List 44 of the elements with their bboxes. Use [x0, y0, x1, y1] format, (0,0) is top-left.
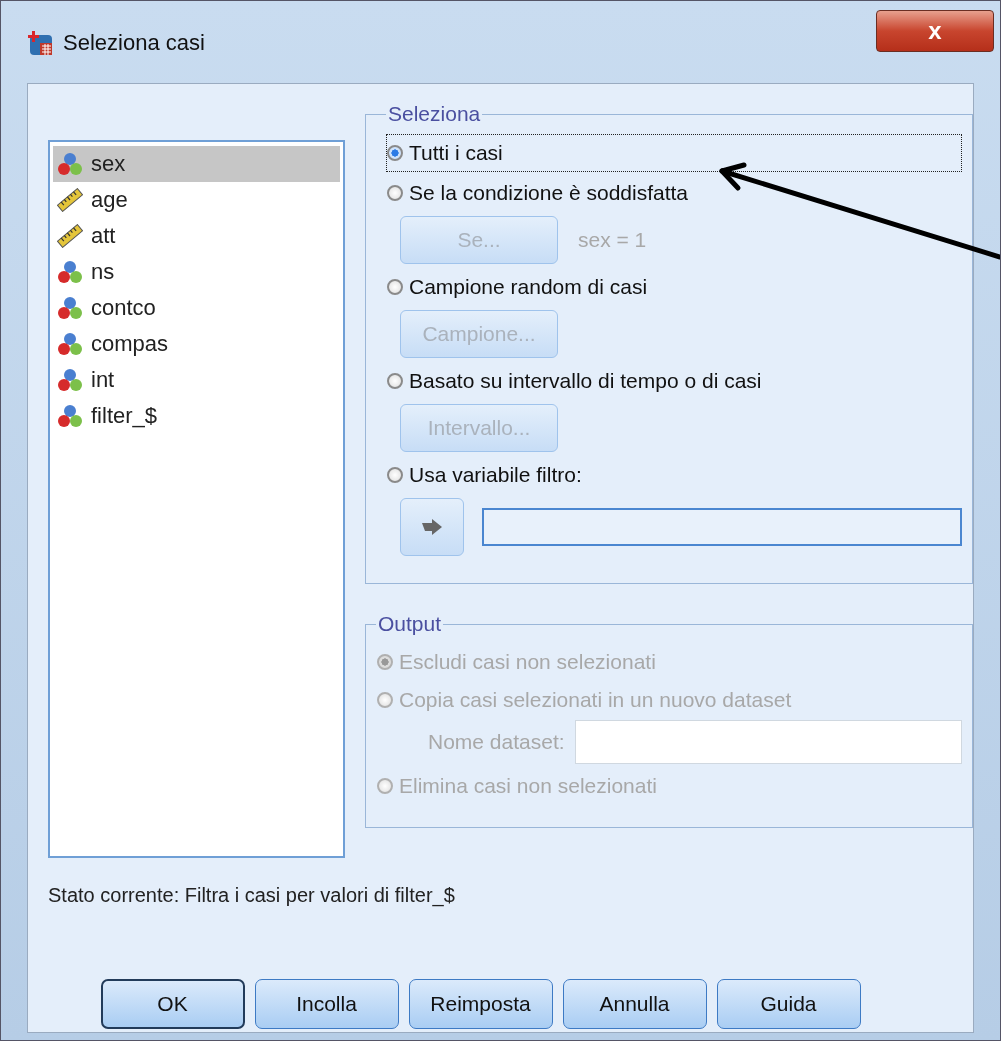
variable-item[interactable]: age	[53, 182, 340, 218]
variable-item[interactable]: ns	[53, 254, 340, 290]
filter-variable-field[interactable]	[482, 508, 962, 546]
variable-item[interactable]: contco	[53, 290, 340, 326]
nominal-icon	[57, 152, 83, 176]
dialog-button[interactable]: Reimposta	[408, 979, 553, 1029]
radio-button[interactable]: Basato su intervallo di tempo o di casi	[386, 362, 962, 400]
nominal-icon	[57, 368, 83, 392]
radio-label: Usa variabile filtro:	[409, 463, 582, 487]
condition-text: sex = 1	[578, 228, 647, 252]
close-button[interactable]: x	[876, 10, 994, 52]
group-title: Output	[377, 612, 443, 636]
nominal-icon	[57, 404, 83, 428]
radio-label: Escludi casi non selezionati	[399, 650, 656, 674]
radio-button[interactable]: Usa variabile filtro:	[386, 456, 962, 494]
nominal-icon	[57, 260, 83, 284]
radio-label: Elimina casi non selezionati	[399, 774, 657, 798]
arrow-right-icon	[421, 518, 443, 536]
nominal-icon	[57, 332, 83, 356]
nominal-icon	[57, 296, 83, 320]
radio-button[interactable]: Se la condizione è soddisfatta	[386, 174, 962, 212]
group-title: Seleziona	[387, 102, 482, 126]
dialog-button[interactable]: Annulla	[562, 979, 707, 1029]
dialog-button[interactable]: Incolla	[254, 979, 399, 1029]
radio-label: Copia casi selezionati in un nuovo dataset	[399, 688, 792, 712]
variable-item[interactable]: att	[53, 218, 340, 254]
variable-item[interactable]: filter_$	[53, 398, 340, 434]
field-label: Nome dataset:	[428, 730, 565, 754]
radio-button[interactable]: Campione random di casi	[386, 268, 962, 306]
dataset-name-field[interactable]	[574, 720, 962, 764]
radio-label: Campione random di casi	[409, 275, 648, 299]
app-icon	[27, 29, 55, 57]
status-text: Stato corrente: Filtra i casi per valori di filter_$	[48, 884, 456, 907]
radio-label: Basato su intervallo di tempo o di casi	[409, 369, 762, 393]
dialog-button[interactable]: Guida	[716, 979, 861, 1029]
dialog-button[interactable]: OK	[100, 979, 245, 1029]
variable-item[interactable]: sex	[53, 146, 340, 182]
move-button[interactable]	[400, 498, 464, 556]
variable-item[interactable]: int	[53, 362, 340, 398]
radio-label: Tutti i casi	[409, 141, 503, 165]
variable-item[interactable]: compas	[53, 326, 340, 362]
window-title: Seleziona casi	[63, 30, 205, 56]
radio-button[interactable]: Tutti i casi	[386, 134, 962, 172]
radio-label: Se la condizione è soddisfatta	[409, 181, 689, 205]
